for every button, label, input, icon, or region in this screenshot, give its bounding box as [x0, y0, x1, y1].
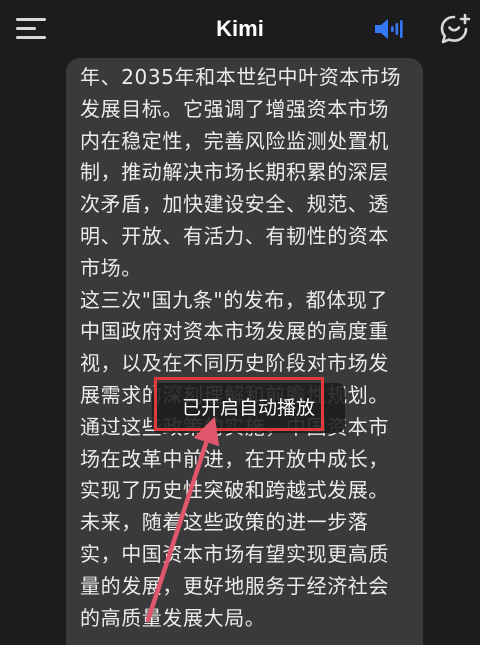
message-line: 视，以及在不同历史阶段对市场发 — [80, 351, 389, 376]
message-line: 内在稳定性，完善风险监测处置机 — [80, 128, 389, 153]
message-line: 中国政府对资本市场发展的高度重 — [80, 319, 389, 344]
message-line: 未来，随着这些政策的进一步落 — [80, 510, 369, 535]
message-line: 制，推动解决市场长期积累的深层 — [80, 160, 389, 185]
hamburger-menu-icon — [16, 18, 46, 39]
speaker-button[interactable] — [372, 16, 406, 42]
message-line: 场在改革中前进，在开放中成长， — [80, 446, 389, 471]
message-line: 实，中国资本市场有望实现更高质 — [80, 541, 389, 566]
new-chat-icon — [440, 13, 471, 44]
message-line: 量的发展，更好地服务于经济社会 — [80, 573, 389, 598]
new-chat-button[interactable] — [438, 12, 472, 46]
speaker-icon — [375, 19, 403, 39]
message-line: 发展目标。它强调了增强资本市场 — [80, 96, 389, 121]
highlight-annotation-box — [154, 377, 324, 431]
menu-button[interactable] — [14, 14, 48, 44]
message-line: 次矛盾，加快建设安全、规范、透 — [80, 192, 389, 217]
message-line: 明、开放、有活力、有韧性的资本 — [80, 223, 389, 248]
top-bar: Kimi — [0, 0, 480, 58]
message-line: 年、2035年和本世纪中叶资本市场 — [80, 65, 402, 89]
message-line: 这三次"国九条"的发布，都体现了 — [80, 287, 388, 312]
message-line: 市场。 — [80, 255, 142, 280]
app-title: Kimi — [216, 16, 264, 41]
kimi-chat-screen: Kimi 年、2035年和本世纪中叶资本市场 发展目标。它强调了增强资本市场 内在稳… — [0, 0, 480, 645]
message-line: 的高质量发展大局。 — [80, 605, 266, 630]
assistant-message-text: 年、2035年和本世纪中叶资本市场 发展目标。它强调了增强资本市场 内在稳定性，完善… — [80, 62, 414, 634]
message-line: 实现了历史性突破和跨越式发展。 — [80, 478, 389, 503]
